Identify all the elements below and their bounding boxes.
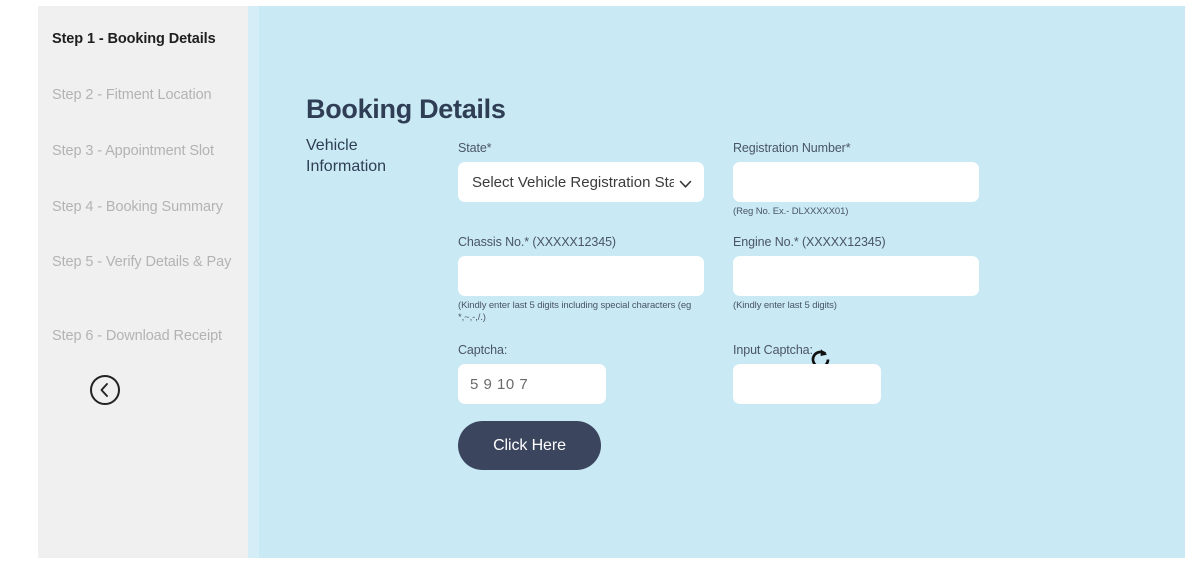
state-select[interactable]: Select Vehicle Registration Stat (458, 162, 704, 202)
section-label-vehicle-information: Vehicle Information (306, 137, 387, 175)
field-registration-number-label: Registration Number* (733, 141, 851, 155)
field-input-captcha-label: Input Captcha: (733, 343, 813, 357)
field-state-label: State* (458, 141, 492, 155)
field-state: State* Select Vehicle Registration Stat (458, 140, 704, 202)
panel-left-edge (248, 6, 259, 558)
field-engine-number-label: Engine No.* (XXXXX12345) (733, 235, 886, 249)
sidebar: Step 1 - Booking Details Step 2 - Fitmen… (38, 6, 248, 558)
field-input-captcha: Input Captcha: (733, 342, 881, 404)
main-panel: Booking Details Vehicle Information Stat… (259, 6, 1185, 558)
registration-number-input[interactable] (733, 162, 979, 202)
field-chassis-number-label: Chassis No.* (XXXXX12345) (458, 235, 616, 249)
field-engine-number-hint: (Kindly enter last 5 digits) (733, 300, 837, 311)
field-registration-number: Registration Number* (Reg No. Ex.- DLXXX… (733, 140, 979, 218)
sidebar-step-5[interactable]: Step 5 - Verify Details & Pay (52, 253, 238, 271)
sidebar-step-3[interactable]: Step 3 - Appointment Slot (52, 142, 238, 160)
field-chassis-number-hint: (Kindly enter last 5 digits including sp… (458, 300, 692, 323)
booking-page: Step 1 - Booking Details Step 2 - Fitmen… (0, 0, 1200, 566)
field-registration-number-hint: (Reg No. Ex.- DLXXXXX01) (733, 206, 849, 217)
sidebar-step-1[interactable]: Step 1 - Booking Details (52, 30, 238, 48)
sidebar-step-4[interactable]: Step 4 - Booking Summary (52, 198, 238, 216)
sidebar-step-6[interactable]: Step 6 - Download Receipt (52, 327, 238, 345)
field-engine-number: Engine No.* (XXXXX12345) (Kindly enter l… (733, 234, 979, 312)
field-chassis-number: Chassis No.* (XXXXX12345) (Kindly enter … (458, 234, 704, 324)
submit-button[interactable]: Click Here (458, 421, 601, 470)
chevron-left-circle-icon[interactable] (90, 375, 120, 405)
page-title: Booking Details (306, 94, 506, 124)
sidebar-step-2[interactable]: Step 2 - Fitment Location (52, 86, 238, 104)
captcha-value: 5 9 10 7 (458, 364, 606, 404)
input-captcha-input[interactable] (733, 364, 881, 404)
chassis-number-input[interactable] (458, 256, 704, 296)
engine-number-input[interactable] (733, 256, 979, 296)
